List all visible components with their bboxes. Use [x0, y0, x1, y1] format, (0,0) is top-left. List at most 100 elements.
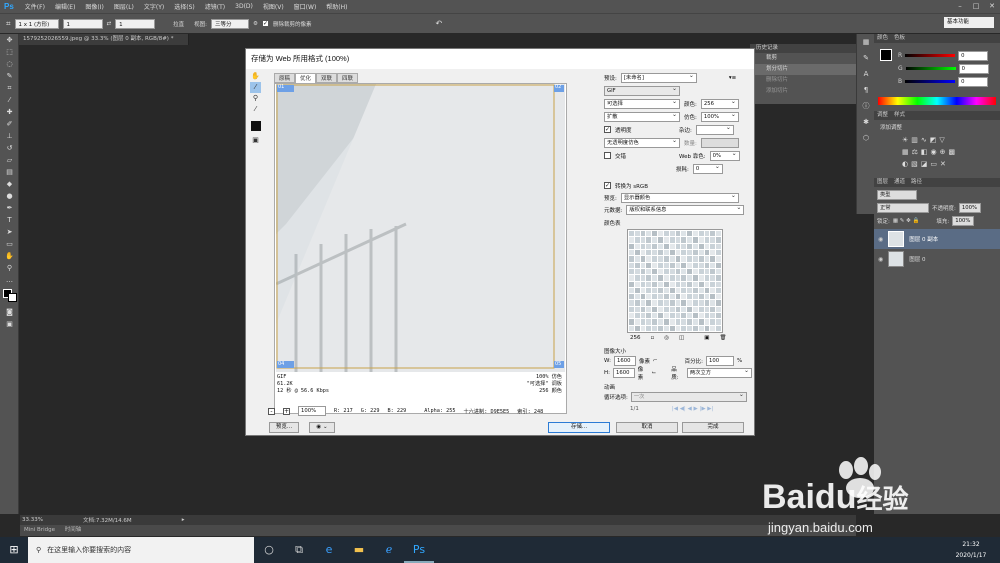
color-table-swatch[interactable]	[658, 325, 663, 331]
height-input[interactable]: 1600	[613, 368, 635, 378]
color-table-swatch[interactable]	[716, 268, 721, 275]
color-table-swatch[interactable]	[675, 281, 681, 287]
transparency-checkbox[interactable]: ✓	[604, 126, 611, 133]
color-table-swatch[interactable]	[698, 231, 704, 237]
color-table-swatch[interactable]	[640, 313, 646, 319]
menu-help[interactable]: 帮助(H)	[321, 2, 352, 11]
color-table-swatch[interactable]	[675, 243, 681, 249]
color-table-swatch[interactable]	[663, 237, 669, 243]
color-table-swatch[interactable]	[629, 300, 634, 306]
tab-original[interactable]: 原稿	[274, 73, 296, 83]
color-table-swatch[interactable]	[698, 256, 704, 262]
color-table-swatch[interactable]	[640, 256, 646, 262]
color-table-swatch[interactable]	[698, 237, 704, 243]
color-table-swatch[interactable]	[675, 268, 681, 275]
color-table-swatch[interactable]	[652, 256, 658, 262]
info-panel-icon[interactable]: ⓘ	[857, 98, 875, 114]
color-table-swatch[interactable]	[646, 325, 652, 331]
color-table-swatch[interactable]	[716, 275, 721, 281]
tab-optimized[interactable]: 优化	[295, 73, 317, 83]
gradient-map-icon[interactable]: ▭	[930, 160, 940, 168]
color-table-swatch[interactable]	[652, 243, 658, 249]
color-table-swatch[interactable]	[652, 281, 658, 287]
color-table-swatch[interactable]	[629, 237, 634, 243]
color-table-swatch[interactable]	[675, 231, 681, 237]
eyedropper-color-swatch[interactable]	[251, 121, 261, 131]
color-table-swatch[interactable]	[692, 319, 698, 325]
g-value[interactable]: 0	[958, 63, 989, 74]
taskbar-search[interactable]: ⚲ 在这里输入你要搜索的内容	[28, 537, 254, 563]
color-table-swatch[interactable]	[640, 294, 646, 300]
color-table-swatch[interactable]	[687, 287, 692, 294]
cancel-button[interactable]: 取消	[616, 422, 678, 433]
history-panel-title[interactable]: 历史记录	[750, 44, 856, 53]
delete-cropped-checkbox[interactable]: ✓	[261, 20, 269, 27]
color-table-swatch[interactable]	[669, 306, 675, 313]
path-select-icon[interactable]: ➤	[0, 226, 19, 238]
color-table-swatch[interactable]	[681, 275, 687, 281]
browser-select-button[interactable]: ◉ ⌄	[309, 422, 335, 433]
color-table-swatch[interactable]	[716, 287, 721, 294]
color-table-swatch[interactable]	[669, 313, 675, 319]
color-table-swatch[interactable]	[658, 275, 663, 281]
color-table-swatch[interactable]	[640, 287, 646, 294]
color-table-swatch[interactable]	[692, 313, 698, 319]
color-table-swatch[interactable]	[629, 319, 634, 325]
minimize-icon[interactable]: –	[952, 0, 968, 13]
color-table-swatch[interactable]	[640, 262, 646, 268]
color-table-swatch[interactable]	[646, 319, 652, 325]
color-table-swatch[interactable]	[698, 300, 704, 306]
color-table-swatch[interactable]	[710, 256, 716, 262]
color-table-swatch[interactable]	[675, 287, 681, 294]
selective-color-icon[interactable]: ✕	[940, 160, 949, 168]
color-table-swatch[interactable]	[658, 231, 663, 237]
color-table-swatch[interactable]	[692, 281, 698, 287]
color-table-swatch[interactable]	[629, 262, 634, 268]
color-table-swatch[interactable]	[716, 249, 721, 256]
color-table-swatch[interactable]	[704, 262, 710, 268]
color-table-swatch[interactable]	[681, 281, 687, 287]
new-color-icon[interactable]: ▣	[704, 335, 709, 341]
color-table-swatch[interactable]	[681, 313, 687, 319]
preset-menu-icon[interactable]: ▾≡	[729, 75, 736, 81]
threshold-icon[interactable]: ◪	[921, 160, 931, 168]
slice-label[interactable]: 05	[555, 361, 561, 367]
color-table-swatch[interactable]	[629, 243, 634, 249]
b-slider[interactable]	[905, 80, 956, 83]
photoshop-taskbar-icon[interactable]: Ps	[404, 537, 434, 563]
color-table-swatch[interactable]	[669, 319, 675, 325]
color-table-swatch[interactable]	[658, 256, 663, 262]
color-table-swatch[interactable]	[640, 268, 646, 275]
color-table-swatch[interactable]	[710, 325, 716, 331]
paragraph-panel-icon[interactable]: ¶	[857, 82, 875, 98]
color-table-swatch[interactable]	[652, 300, 658, 306]
menu-view[interactable]: 视图(V)	[258, 2, 289, 11]
color-table-swatch[interactable]	[716, 281, 721, 287]
brightness-icon[interactable]: ☀	[902, 136, 911, 144]
gradient-tool-icon[interactable]: ▤	[0, 166, 19, 178]
color-table-swatch[interactable]	[710, 294, 716, 300]
color-table-swatch[interactable]	[629, 306, 634, 313]
color-table-swatch[interactable]	[640, 249, 646, 256]
color-table-swatch[interactable]	[658, 313, 663, 319]
color-table-swatch[interactable]	[687, 306, 692, 313]
color-table-swatch[interactable]	[710, 237, 716, 243]
color-table-swatch[interactable]	[663, 325, 669, 331]
layer-name[interactable]: 图层 0	[909, 255, 925, 263]
color-table-swatch[interactable]	[704, 268, 710, 275]
color-table-swatch[interactable]	[652, 313, 658, 319]
fg-color-swatch[interactable]	[880, 49, 892, 61]
color-table-swatch[interactable]	[687, 275, 692, 281]
color-table-swatch[interactable]	[646, 231, 652, 237]
channel-mixer-icon[interactable]: ⊕	[940, 148, 949, 156]
properties-panel-icon[interactable]: ✎	[857, 50, 875, 66]
color-table-swatch[interactable]	[704, 306, 710, 313]
color-table-swatch[interactable]	[669, 237, 675, 243]
color-table-swatch[interactable]	[704, 294, 710, 300]
transparency-dither-select[interactable]: 无透明度仿色	[604, 137, 680, 148]
color-table-swatch[interactable]	[646, 268, 652, 275]
history-item[interactable]: 划分切片	[750, 64, 856, 75]
color-table-swatch[interactable]	[692, 294, 698, 300]
brush-tool-icon[interactable]: ✐	[0, 118, 19, 130]
color-table-swatch[interactable]	[658, 306, 663, 313]
